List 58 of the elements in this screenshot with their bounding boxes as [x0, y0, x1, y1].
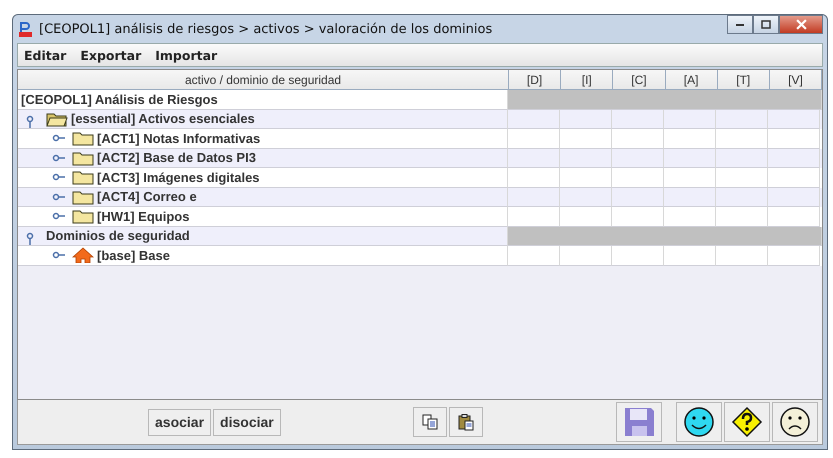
table-cell[interactable] — [716, 246, 768, 266]
column-header[interactable]: [D] — [509, 70, 562, 90]
help-button[interactable] — [724, 402, 770, 442]
column-header[interactable]: [I] — [561, 70, 614, 90]
tree-row[interactable]: [ACT1] Notas Informativas — [18, 129, 822, 148]
house-icon — [72, 247, 94, 264]
tree-node[interactable]: [base] Base — [18, 246, 508, 266]
tree-row[interactable]: [ACT3] Imágenes digitales — [18, 168, 822, 188]
save-button[interactable] — [616, 402, 662, 442]
copy-icon — [420, 413, 439, 431]
tree-row[interactable]: [base] Base — [18, 246, 822, 266]
tree-row[interactable]: [HW1] Equipos — [18, 207, 822, 226]
sad-face-button[interactable] — [772, 402, 818, 442]
maximize-button[interactable] — [753, 15, 779, 34]
tree-label: [CEOPOL1] Análisis de Riesgos — [21, 92, 218, 107]
paste-button[interactable] — [448, 407, 483, 437]
tree-label: [essential] Activos esenciales — [71, 111, 255, 126]
column-header[interactable]: [C] — [613, 70, 666, 90]
tree-row[interactable]: Dominios de seguridad — [18, 226, 822, 246]
tree-label: [ACT4] Correo e — [97, 189, 197, 204]
tree-row[interactable]: [essential] Activos esenciales — [18, 110, 822, 129]
tree-label: [ACT3] Imágenes digitales — [97, 170, 260, 185]
column-header[interactable]: [A] — [666, 70, 718, 90]
minimize-icon — [736, 24, 744, 26]
column-header[interactable]: activo / dominio de seguridad — [18, 70, 509, 90]
smiley-face-icon — [683, 406, 715, 438]
paste-icon — [456, 413, 475, 431]
tree-label: [base] Base — [97, 248, 170, 263]
tree-label: [ACT1] Notas Informativas — [97, 130, 260, 146]
close-icon — [796, 19, 806, 30]
question-diamond-icon — [731, 406, 763, 438]
table-cell[interactable] — [768, 246, 820, 266]
action-button[interactable]: asociar — [148, 408, 212, 436]
menu-item[interactable]: Editar — [24, 48, 66, 62]
copy-button[interactable] — [412, 407, 447, 437]
table-cell[interactable] — [508, 246, 560, 266]
action-button[interactable]: disociar — [213, 408, 281, 436]
table-cell[interactable] — [560, 246, 612, 266]
tree-label: Dominios de seguridad — [46, 228, 190, 244]
menu-item[interactable]: Importar — [155, 48, 218, 62]
tree-label: [HW1] Equipos — [97, 208, 190, 224]
window-title: [CEOPOL1] análisis de riesgos > activos > valoración de los dominios — [39, 22, 494, 36]
tree-row[interactable]: [ACT4] Correo e — [18, 188, 822, 207]
happy-face-button[interactable] — [676, 402, 722, 442]
maximize-icon — [761, 20, 771, 30]
tree-row[interactable]: [CEOPOL1] Análisis de Riesgos — [18, 90, 822, 110]
table-cell[interactable] — [664, 246, 716, 266]
column-header[interactable]: [V] — [770, 70, 822, 90]
minimize-button[interactable] — [727, 15, 753, 34]
close-button[interactable] — [779, 15, 823, 34]
menu-item[interactable]: Exportar — [80, 48, 142, 62]
open-folder-icon — [46, 110, 68, 127]
tree-row[interactable]: [ACT2] Base de Datos PI3 — [18, 148, 822, 168]
sad-face-icon — [779, 406, 811, 438]
column-header[interactable]: [T] — [718, 70, 770, 90]
app-logo-icon — [17, 21, 33, 37]
table-cell[interactable] — [612, 246, 664, 266]
tree-label: [ACT2] Base de Datos PI3 — [97, 150, 256, 166]
